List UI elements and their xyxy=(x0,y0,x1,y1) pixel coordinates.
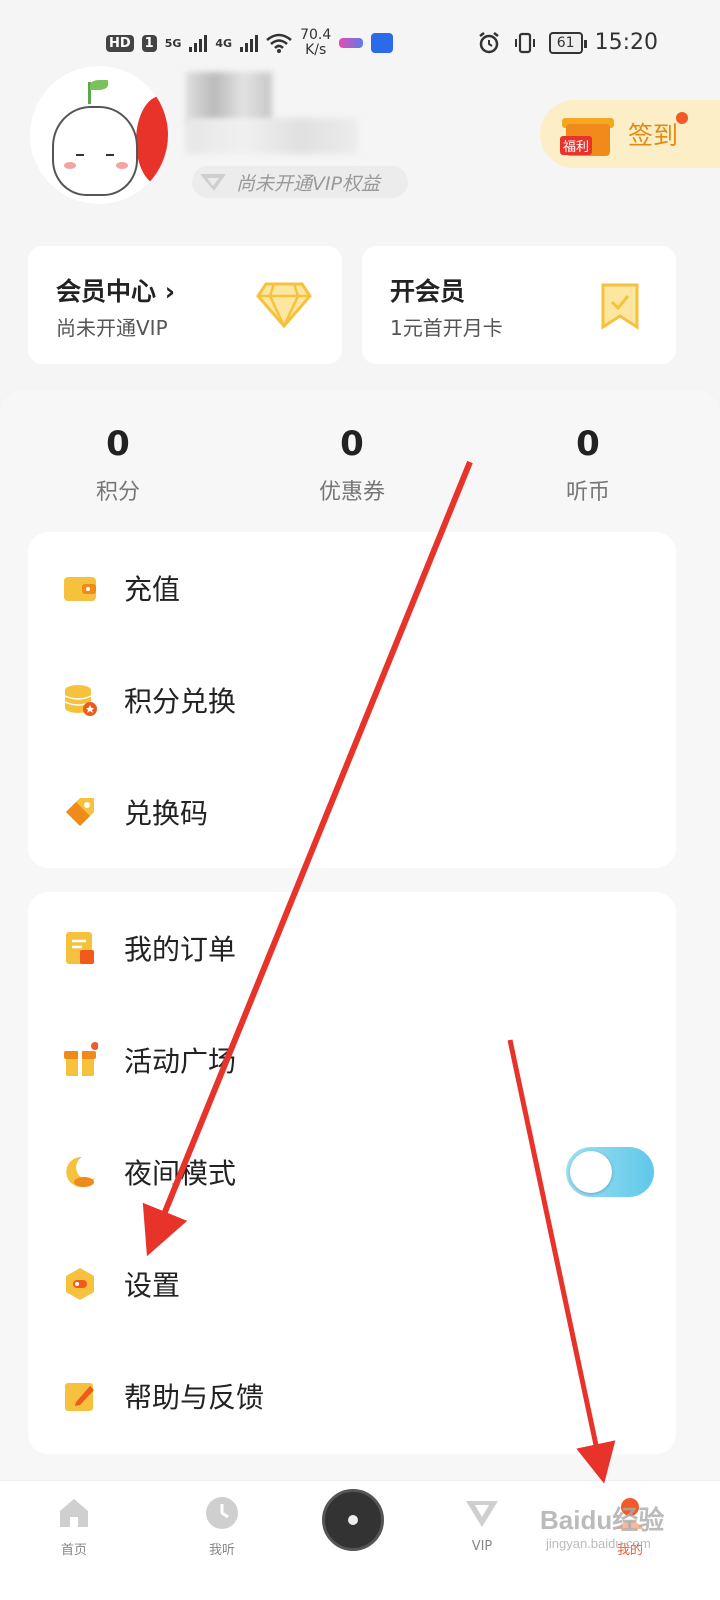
sim-badge: 1 xyxy=(141,34,157,52)
member-center-card[interactable]: 会员中心 › 尚未开通VIP xyxy=(28,246,342,364)
menu-item-my-orders[interactable]: 我的订单 xyxy=(28,892,676,1004)
network-5g-label: 5G xyxy=(164,36,182,50)
menu-item-help-feedback-label: 帮助与反馈 xyxy=(124,1381,265,1414)
toggle-knob xyxy=(570,1151,612,1193)
speed-unit: K/s xyxy=(305,42,327,58)
baidu-watermark-url: jingyan.baidu.com xyxy=(546,1536,651,1551)
checkin-button[interactable]: 福利 签到 xyxy=(540,100,720,168)
moon-icon xyxy=(66,1156,95,1187)
settings-icon xyxy=(66,1268,94,1300)
menu-item-help-feedback[interactable]: 帮助与反馈 xyxy=(28,1340,676,1452)
stat-coupons[interactable]: 0 优惠券 xyxy=(252,424,452,506)
tab-vip-label: VIP xyxy=(471,1539,493,1554)
vip-status-tag[interactable]: 尚未开通VIP权益 xyxy=(192,166,408,198)
wifi-icon xyxy=(266,33,292,53)
menu-item-recharge[interactable]: 充值 xyxy=(28,532,676,644)
disc-icon[interactable] xyxy=(322,1489,384,1551)
menu-item-settings[interactable]: 设置 xyxy=(28,1228,676,1340)
tab-vip[interactable]: VIP xyxy=(442,1495,522,1554)
checkin-label: 签到 xyxy=(628,121,679,150)
username-blurred[interactable] xyxy=(186,72,272,124)
vibrate-icon xyxy=(514,32,535,53)
clock-icon xyxy=(206,1497,238,1529)
gift-icon xyxy=(64,1042,98,1076)
diamond-icon xyxy=(256,282,312,328)
tab-listening-label: 我听 xyxy=(208,1543,235,1558)
signal-5g-icon xyxy=(189,34,208,52)
open-vip-card[interactable]: 开会员 1元首开月卡 xyxy=(362,246,676,364)
avatar-red-shape xyxy=(136,96,168,186)
network-4g-label: 4G xyxy=(215,36,233,50)
open-vip-subtitle: 1元首开月卡 xyxy=(390,316,503,340)
avatar-face xyxy=(52,106,138,196)
stat-points-value: 0 xyxy=(106,424,130,464)
avatar-eye-right xyxy=(106,152,114,156)
avatar-eye-left xyxy=(76,152,84,156)
avatar-blush-right xyxy=(116,162,128,169)
menu-item-settings-label: 设置 xyxy=(124,1269,181,1302)
tab-listening[interactable]: 我听 xyxy=(182,1495,262,1558)
night-mode-toggle[interactable] xyxy=(566,1147,654,1197)
order-icon xyxy=(66,932,94,964)
tag-icon xyxy=(66,798,94,826)
avatar-blush-left xyxy=(64,162,76,169)
stat-points-label: 积分 xyxy=(95,480,140,505)
menu-item-points-exchange[interactable]: 积分兑换 xyxy=(28,644,676,756)
vip-logo-icon xyxy=(200,174,226,191)
speed-value: 70.4 xyxy=(300,27,332,43)
status-bar-left: HD 1 5G 4G 70.4 K/s xyxy=(106,28,394,58)
menu-item-points-exchange-label: 积分兑换 xyxy=(124,685,237,718)
tab-home-label: 首页 xyxy=(60,1543,87,1558)
member-center-subtitle: 尚未开通VIP xyxy=(56,316,168,340)
checkin-gift-icon: 福利 xyxy=(560,110,614,158)
notification-shield-icon xyxy=(371,33,394,53)
menu-group-general: 我的订单 活动广场 夜间模式 设置 帮助与反馈 xyxy=(28,892,676,1454)
coin-stack-icon xyxy=(64,685,97,716)
battery-indicator: 61 xyxy=(548,31,587,54)
menu-item-night-mode-label: 夜间模式 xyxy=(124,1157,237,1190)
vip-status-text: 尚未开通VIP权益 xyxy=(236,172,381,195)
menu-item-redeem-code-label: 兑换码 xyxy=(124,797,209,830)
stat-coupons-label: 优惠券 xyxy=(318,480,385,505)
user-id-blurred xyxy=(186,118,358,154)
menu-group-wallet: 充值 积分兑换 兑换码 xyxy=(28,532,676,868)
user-avatar[interactable] xyxy=(30,66,168,204)
stat-coins[interactable]: 0 听币 xyxy=(488,424,688,506)
baidu-watermark: Baidu经验 xyxy=(540,1505,665,1535)
menu-item-recharge-label: 充值 xyxy=(124,573,181,606)
stat-coins-value: 0 xyxy=(576,424,600,464)
status-bar-right: 61 15:20 xyxy=(477,30,658,55)
tab-home[interactable]: 首页 xyxy=(34,1495,114,1558)
checkin-notification-dot xyxy=(676,112,688,124)
chevron-right-icon: › xyxy=(164,277,176,306)
stat-points[interactable]: 0 积分 xyxy=(18,424,218,506)
stat-coupons-value: 0 xyxy=(340,424,364,464)
edit-icon xyxy=(65,1383,94,1411)
menu-item-activity-square-label: 活动广场 xyxy=(124,1045,237,1078)
clock-time: 15:20 xyxy=(594,30,658,55)
wallet-icon xyxy=(64,577,96,601)
home-icon xyxy=(60,1499,88,1527)
open-vip-title: 开会员 xyxy=(390,277,466,306)
hd-badge: HD xyxy=(106,34,134,52)
member-center-title: 会员中心 › xyxy=(56,277,176,306)
notification-app-icon xyxy=(339,38,364,48)
checkin-badge: 福利 xyxy=(560,136,593,155)
signal-4g-icon xyxy=(240,34,259,52)
menu-item-my-orders-label: 我的订单 xyxy=(124,933,237,966)
avatar-leaf xyxy=(90,80,108,90)
bookmark-icon xyxy=(601,283,639,330)
stat-coins-label: 听币 xyxy=(565,480,610,505)
menu-item-activity-square[interactable]: 活动广场 xyxy=(28,1004,676,1116)
network-speed: 70.4 K/s xyxy=(300,28,331,58)
menu-item-night-mode[interactable]: 夜间模式 xyxy=(28,1116,676,1228)
vip-icon xyxy=(466,1501,498,1527)
menu-item-redeem-code[interactable]: 兑换码 xyxy=(28,756,676,868)
alarm-icon xyxy=(479,31,499,53)
